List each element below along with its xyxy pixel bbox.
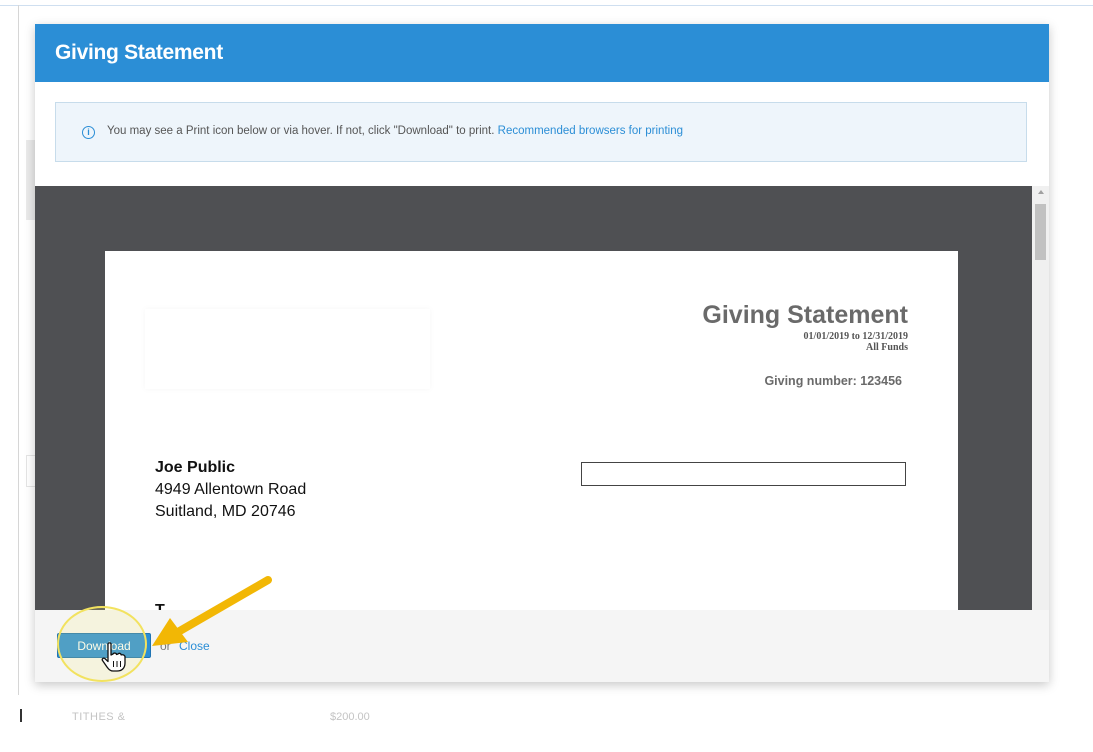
- close-link[interactable]: Close: [179, 639, 210, 653]
- info-alert: i You may see a Print icon below or via …: [55, 102, 1027, 162]
- background-row-label: TITHES &: [72, 711, 126, 723]
- statement-page: Giving Statement 01/01/2019 to 12/31/201…: [105, 251, 958, 610]
- left-divider: [18, 5, 19, 695]
- pdf-viewer[interactable]: Giving Statement 01/01/2019 to 12/31/201…: [35, 186, 1049, 610]
- background-row: TITHES & $200.00: [0, 702, 600, 732]
- statement-note-box: [581, 462, 906, 486]
- text-cursor: [20, 709, 22, 722]
- statement-funds: All Funds: [866, 342, 908, 353]
- scroll-thumb[interactable]: [1035, 204, 1046, 260]
- download-button[interactable]: Download: [57, 633, 151, 658]
- background-row-amount: $200.00: [330, 711, 370, 723]
- top-divider: [0, 5, 1093, 6]
- recommended-browsers-link[interactable]: Recommended browsers for printing: [498, 125, 683, 137]
- donor-name: Joe Public: [155, 459, 236, 476]
- statement-date-range: 01/01/2019 to 12/31/2019: [803, 331, 908, 342]
- donor-street: 4949 Allentown Road: [155, 481, 307, 498]
- giving-statement-modal: Giving Statement i You may see a Print i…: [35, 24, 1049, 682]
- giving-number: Giving number: 123456: [764, 374, 902, 388]
- donor-city: Suitland, MD 20746: [155, 503, 296, 520]
- info-text: You may see a Print icon below or via ho…: [107, 125, 495, 137]
- modal-footer: Download or Close: [35, 610, 1049, 682]
- modal-title: Giving Statement: [55, 41, 223, 64]
- info-message: You may see a Print icon below or via ho…: [107, 125, 683, 137]
- church-logo-placeholder: [145, 309, 430, 389]
- modal-header: Giving Statement: [35, 24, 1049, 82]
- scroll-up-icon[interactable]: [1038, 190, 1044, 194]
- viewer-scrollbar[interactable]: [1032, 186, 1049, 610]
- footer-or-text: or: [160, 639, 171, 653]
- info-icon: i: [82, 126, 95, 139]
- statement-title: Giving Statement: [702, 301, 908, 329]
- statement-section-heading: T: [155, 602, 165, 610]
